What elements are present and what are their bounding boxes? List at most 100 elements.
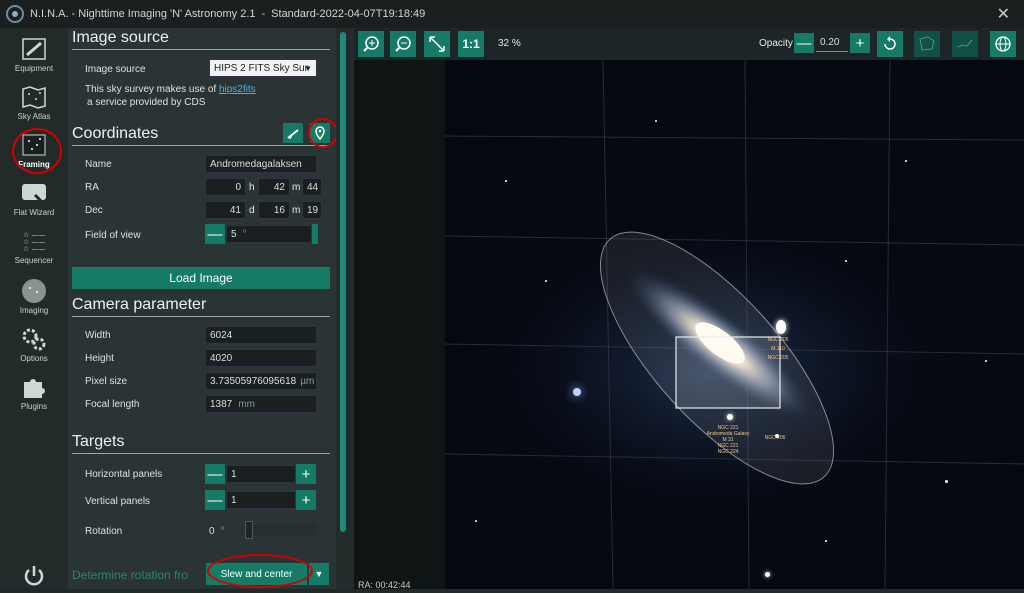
sky-image[interactable]: NGC 205 M 110 NGC 205 NGC 221 Andromeda … [445,60,1024,589]
sky-toolbar: 1:1 32 % Opacity — 0.20 + [354,28,1024,60]
horizontal-panels-label: Horizontal panels [85,469,163,480]
dec-seconds-field[interactable]: 19 [302,201,322,219]
ngc205-label-2: NGC 205 [767,355,789,361]
dec-degrees-field[interactable]: 41 [205,201,246,219]
zoom-in-icon [363,36,379,52]
sidebar-item-sequencer[interactable]: ☆ —— ☆ —— ☆ —— Sequencer [0,228,68,276]
panel-scrollbar[interactable] [336,28,354,589]
vertical-panels-increase-button[interactable]: + [296,490,316,510]
pin-highlight-circle [308,118,336,148]
telescope-small-icon [287,129,299,140]
width-label: Width [85,330,111,341]
ra-hours-field[interactable]: 0 [205,178,246,196]
sidebar-item-equipment[interactable]: Equipment [0,36,68,84]
vertical-panels-value: 1 [231,494,237,506]
opacity-label: Opacity [759,38,793,49]
sidebar-item-imaging[interactable]: Imaging [0,278,68,326]
zoom-out-button[interactable] [390,31,416,57]
rotation-slider[interactable] [245,521,317,539]
dec-degrees-value: 41 [229,204,241,216]
ra-label: RA [85,182,99,193]
m32-galaxy [727,414,733,420]
image-source-heading: Image source [72,29,169,46]
fov-field[interactable]: 5 ° [226,225,312,243]
rotation-value: 0 [209,525,215,537]
gears-icon [20,326,48,352]
horizontal-panels-decrease-button[interactable]: — [205,464,225,484]
height-label: Height [85,353,114,364]
fov-increase-button[interactable] [312,224,318,244]
sidebar-item-plugins[interactable]: Plugins [0,374,68,422]
scrollbar-thumb[interactable] [340,32,346,532]
focal-length-field[interactable]: 1387 mm [205,395,317,413]
image-source-select[interactable]: HIPS 2 FITS Sky Sur ▼ [209,59,317,77]
ra-minutes-field[interactable]: 42 [258,178,290,196]
dec-seconds-value: 19 [307,204,319,216]
horizontal-panels-increase-button[interactable]: + [296,464,316,484]
vertical-panels-label: Vertical panels [85,496,151,507]
opacity-increase-button[interactable]: + [850,33,870,53]
imaging-icon [20,278,48,304]
sidebar-item-flat-wizard[interactable]: Flat Wizard [0,180,68,228]
sidebar-item-label: Flat Wizard [13,208,55,217]
opacity-decrease-button[interactable]: — [794,33,814,53]
vertical-panels-decrease-button[interactable]: — [205,490,225,510]
focal-length-value: 1387 [210,398,233,410]
grid-button[interactable] [990,31,1016,57]
title-bar: N.I.N.A. - Nighttime Imaging 'N' Astrono… [0,0,1024,28]
sidebar: Equipment Sky Atlas Framing Flat Wizard … [0,28,68,589]
one-to-one-button[interactable]: 1:1 [458,31,484,57]
globe-icon [995,36,1011,52]
rotate-icon [884,36,896,50]
width-field[interactable]: 6024 [205,326,317,344]
horizontal-panels-field[interactable]: 1 [226,465,296,483]
rotate-button[interactable] [877,31,903,57]
telescope-coordinates-button[interactable] [283,123,303,143]
name-field[interactable]: Andromedagalaksen [205,155,317,173]
ra-hours-value: 0 [235,181,241,193]
pixel-size-label: Pixel size [85,376,128,387]
fov-unit: ° [242,228,247,240]
sidebar-item-label: Options [20,354,48,363]
ra-hours-unit: h [249,182,255,193]
coordinates-heading: Coordinates [72,125,159,142]
width-value: 6024 [210,329,233,341]
opacity-value: 0.20 [820,37,840,48]
constellation-lines-button[interactable] [952,31,978,57]
focal-length-unit: mm [238,398,255,410]
ngc206-label: NGC 206 [764,435,786,441]
ngc224-label: NGC 224 [717,449,739,455]
ra-seconds-field[interactable]: 44 [302,178,322,196]
fov-decrease-button[interactable]: — [205,224,225,244]
load-image-button[interactable]: Load Image [72,267,330,289]
sidebar-item-sky-atlas[interactable]: Sky Atlas [0,84,68,132]
telescope-icon [20,36,48,62]
opacity-field[interactable]: 0.20 [816,34,848,52]
dec-minutes-unit: m [292,205,301,216]
focal-length-label: Focal length [85,399,140,410]
fit-to-view-button[interactable] [424,31,450,57]
vertical-panels-field[interactable]: 1 [226,491,296,509]
close-window-button[interactable]: ✕ [997,4,1010,24]
star [945,480,948,483]
power-icon[interactable] [22,564,46,588]
sidebar-item-options[interactable]: Options [0,326,68,374]
pixel-size-value: 3.73505976095618 [210,375,297,387]
title-separator: - [261,8,266,20]
app-logo-icon [6,5,24,23]
rotation-slider-thumb[interactable] [245,521,253,539]
constellation-boundaries-button[interactable] [914,31,940,57]
hips2fits-link[interactable]: hips2fits [219,84,256,95]
zoom-in-button[interactable] [358,31,384,57]
pixel-size-field[interactable]: 3.73505976095618 µm [205,372,317,390]
dec-minutes-field[interactable]: 16 [258,201,290,219]
dec-label: Dec [85,205,103,216]
sidebar-item-label: Imaging [19,306,49,315]
ra-minutes-value: 42 [273,181,285,193]
fov-label: Field of view [85,230,141,241]
star [825,540,827,542]
rotation-label: Rotation [85,526,123,537]
rotation-field[interactable]: 0 ° [205,522,245,540]
star [985,360,987,362]
height-field[interactable]: 4020 [205,349,317,367]
